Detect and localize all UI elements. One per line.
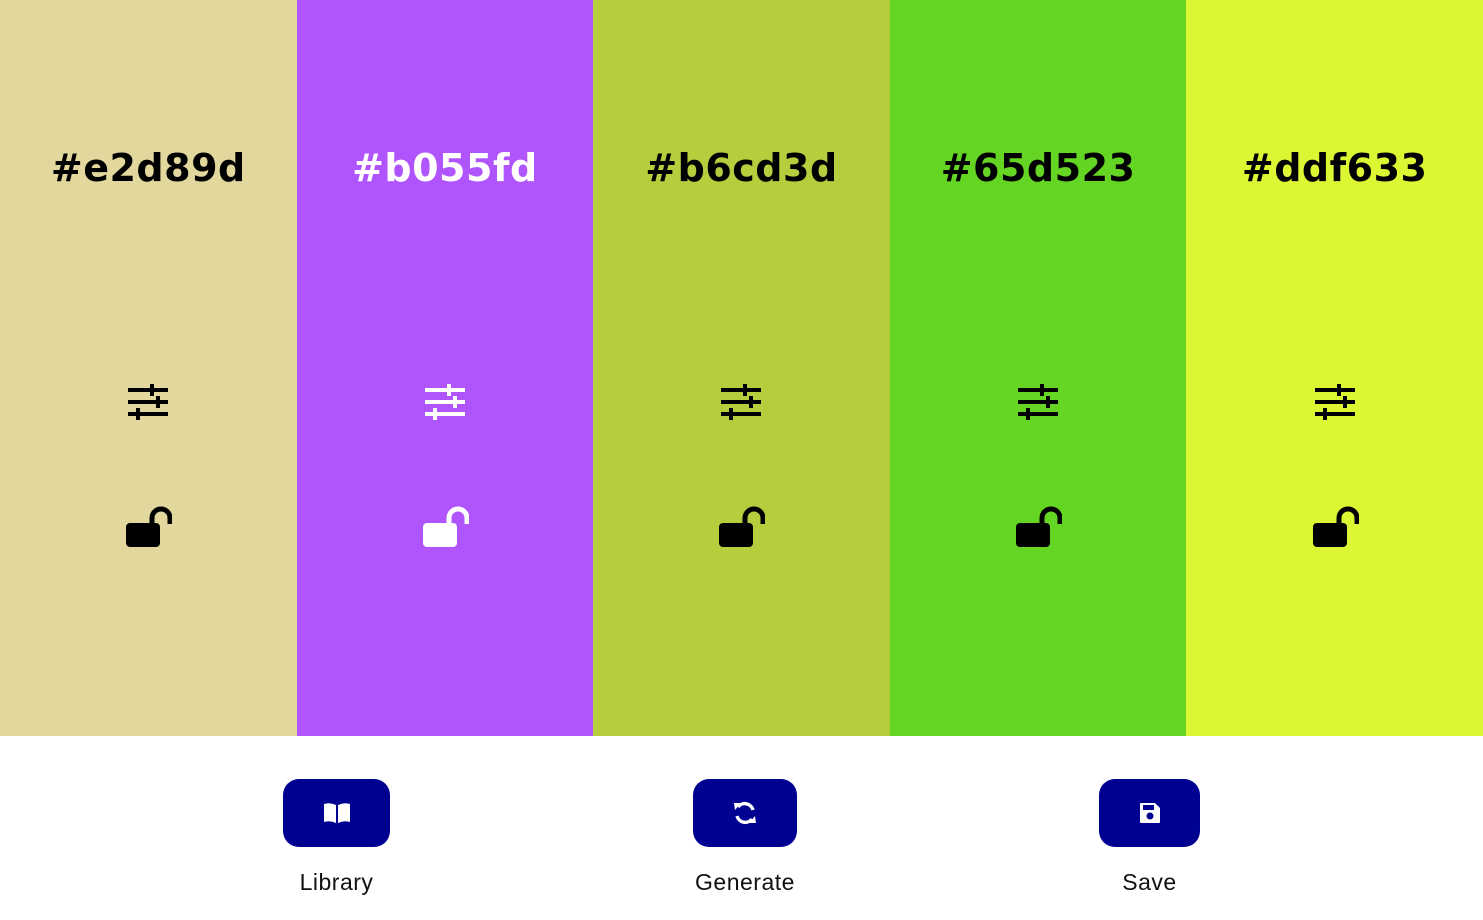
unlock-icon[interactable] bbox=[717, 505, 766, 549]
sliders-icon[interactable] bbox=[719, 382, 763, 422]
hex-code[interactable]: #65d523 bbox=[890, 146, 1187, 190]
sliders-icon[interactable] bbox=[126, 382, 170, 422]
color-swatch-4: #65d523 bbox=[889, 0, 1187, 736]
save-label: Save bbox=[1122, 869, 1177, 895]
library-panel: Library bbox=[283, 779, 390, 896]
color-swatch-3: #b6cd3d bbox=[593, 0, 890, 736]
hex-code[interactable]: #ddf633 bbox=[1186, 146, 1483, 190]
library-label: Library bbox=[299, 869, 374, 895]
color-swatch-1: #e2d89d bbox=[0, 0, 297, 736]
color-swatch-2: #b055fd bbox=[296, 0, 594, 736]
sliders-icon[interactable] bbox=[1016, 382, 1060, 422]
hex-code[interactable]: #b055fd bbox=[297, 146, 594, 190]
generate-label: Generate bbox=[695, 869, 795, 895]
sliders-icon[interactable] bbox=[423, 382, 467, 422]
color-palette: #e2d89d #b055fd #b6cd3d #65d523 #ddf633 bbox=[0, 0, 1483, 736]
unlock-icon[interactable] bbox=[1014, 505, 1063, 549]
save-panel: Save bbox=[1099, 779, 1200, 896]
save-icon bbox=[1139, 803, 1160, 823]
save-button[interactable] bbox=[1099, 779, 1200, 847]
library-button[interactable] bbox=[283, 779, 390, 847]
hex-code[interactable]: #b6cd3d bbox=[593, 146, 890, 190]
generate-button[interactable] bbox=[693, 779, 797, 847]
unlock-icon[interactable] bbox=[421, 505, 469, 549]
hex-code[interactable]: #e2d89d bbox=[0, 146, 297, 190]
unlock-icon[interactable] bbox=[124, 505, 173, 549]
unlock-icon[interactable] bbox=[1311, 505, 1359, 549]
color-swatch-5: #ddf633 bbox=[1186, 0, 1483, 736]
refresh-icon bbox=[734, 801, 756, 825]
sliders-icon[interactable] bbox=[1313, 382, 1357, 422]
control-panel: Library Generate Save bbox=[0, 736, 1483, 920]
book-icon bbox=[323, 803, 350, 823]
generate-panel: Generate bbox=[693, 779, 797, 896]
